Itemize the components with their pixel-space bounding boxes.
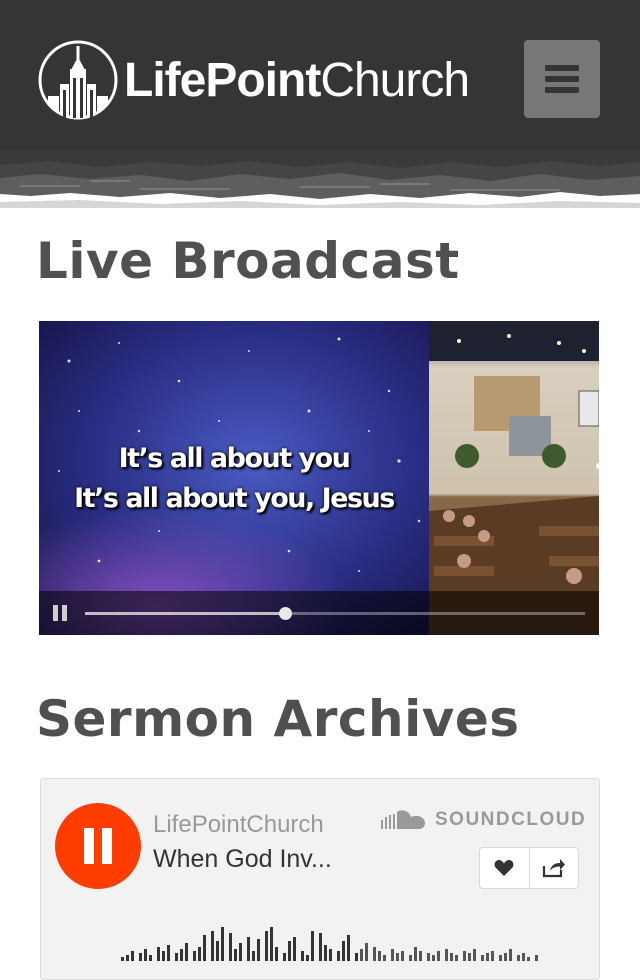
site-logo[interactable]: LifePointChurch — [38, 40, 470, 120]
waveform-bar — [288, 941, 291, 961]
waveform-bar — [499, 955, 502, 961]
header-brush-edge — [0, 150, 640, 208]
waveform-bar — [270, 927, 273, 961]
lyrics-caption: It’s all about you It’s all about you, J… — [39, 439, 429, 519]
site-header: LifePointChurch — [0, 0, 640, 160]
pause-icon[interactable] — [55, 803, 141, 889]
waveform[interactable] — [121, 919, 581, 961]
soundcloud-brand-text: SOUNDCLOUD — [435, 809, 587, 830]
waveform-bar — [247, 937, 250, 961]
waveform-bar — [445, 949, 448, 961]
live-broadcast-heading: Live Broadcast — [36, 232, 460, 290]
waveform-bar — [216, 941, 219, 961]
track-title[interactable]: When God Inv... — [153, 845, 332, 874]
waveform-bar — [517, 955, 520, 961]
waveform-bar — [311, 931, 314, 961]
waveform-bar — [157, 947, 160, 961]
waveform-bar — [144, 949, 147, 961]
waveform-bar — [149, 955, 152, 961]
waveform-bar — [319, 933, 322, 961]
waveform-bar — [229, 933, 232, 961]
live-video-player[interactable]: It’s all about you It’s all about you, J… — [39, 321, 599, 635]
soundcloud-cloud-icon — [381, 810, 425, 829]
lyric-line: It’s all about you, Jesus — [74, 483, 395, 514]
soundcloud-logo[interactable]: SOUNDCLOUD — [381, 809, 586, 831]
waveform-bar — [167, 945, 170, 961]
waveform-bar — [481, 955, 484, 961]
waveform-bar — [365, 943, 368, 961]
waveform-bar — [275, 947, 278, 961]
waveform-bar — [306, 955, 309, 961]
soundcloud-player: LifePointChurch When God Inv... SOUNDCLO… — [40, 778, 600, 980]
church-building-logo-icon — [38, 40, 118, 120]
waveform-bar — [265, 931, 268, 961]
waveform-bar — [257, 939, 260, 961]
waveform-bar — [203, 935, 206, 961]
progress-fill — [85, 612, 285, 615]
waveform-bar — [347, 935, 350, 961]
video-controls — [39, 591, 599, 635]
waveform-bar — [373, 947, 376, 961]
waveform-bar — [221, 927, 224, 961]
waveform-bar — [126, 955, 129, 961]
pause-icon[interactable] — [53, 605, 69, 621]
waveform-bar — [185, 943, 188, 961]
waveform-bar — [198, 947, 201, 961]
waveform-bar — [329, 949, 332, 961]
waveform-bar — [360, 949, 363, 961]
waveform-bar — [234, 949, 237, 961]
brand-name: LifePointChurch — [124, 54, 470, 107]
waveform-bar — [383, 955, 386, 961]
waveform-bar — [414, 947, 417, 961]
waveform-bar — [455, 955, 458, 961]
waveform-bar — [509, 949, 512, 961]
waveform-bar — [473, 949, 476, 961]
track-user[interactable]: LifePointChurch — [153, 811, 324, 839]
like-button[interactable] — [480, 848, 529, 888]
waveform-bar — [391, 949, 394, 961]
waveform-bar — [293, 937, 296, 961]
heart-icon — [494, 860, 514, 876]
waveform-bar — [409, 955, 412, 961]
waveform-bar — [432, 955, 435, 961]
share-button[interactable] — [528, 848, 579, 888]
waveform-bar — [239, 943, 242, 961]
waveform-bar — [324, 945, 327, 961]
waveform-bar — [535, 955, 538, 961]
waveform-bar — [342, 941, 345, 961]
hamburger-icon — [545, 65, 579, 93]
sermon-archives-heading: Sermon Archives — [36, 690, 520, 748]
waveform-bar — [121, 957, 124, 961]
brand-name-bold: LifePoint — [124, 54, 321, 107]
brand-name-light: Church — [320, 54, 470, 107]
waveform-bar — [211, 931, 214, 961]
waveform-bar — [527, 957, 530, 961]
lyric-line: It’s all about you — [118, 443, 351, 474]
progress-bar[interactable] — [85, 607, 585, 620]
progress-knob[interactable] — [279, 607, 292, 620]
track-actions — [479, 847, 579, 889]
share-icon — [542, 859, 565, 878]
menu-button[interactable] — [524, 40, 600, 118]
waveform-bar — [180, 949, 183, 961]
